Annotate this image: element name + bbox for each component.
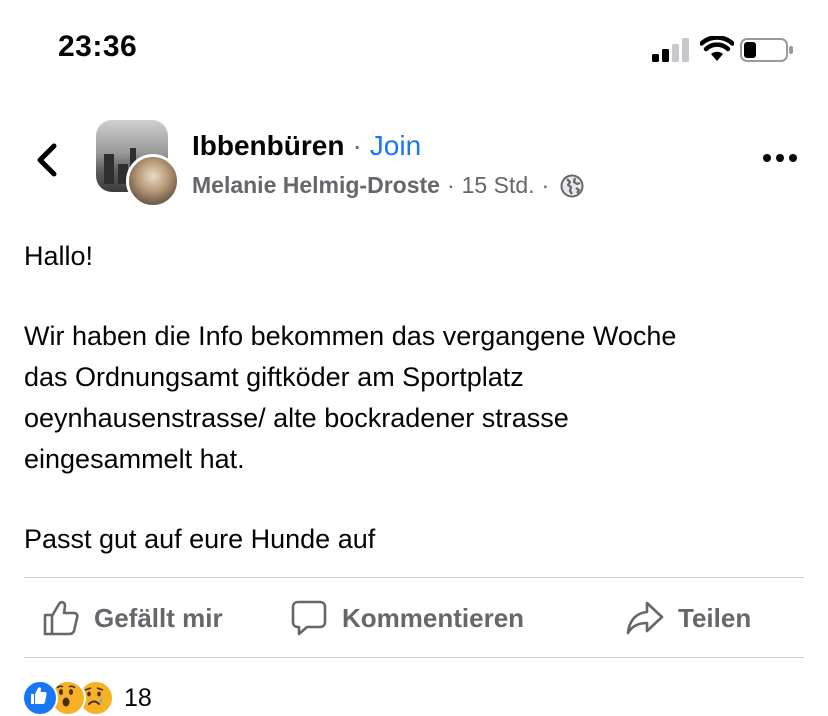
post-line: eingesammelt hat. [24, 444, 245, 474]
group-name-link[interactable]: Ibbenbüren [192, 130, 344, 161]
reaction-count: 18 [124, 683, 152, 712]
status-time: 23:36 [58, 30, 138, 63]
like-icon [22, 680, 58, 716]
cellular-signal-icon [652, 38, 689, 62]
back-chevron-icon[interactable] [30, 140, 64, 180]
post-line: oeynhausenstrasse/ alte bockradener stra… [24, 403, 569, 433]
like-label: Gefällt mir [94, 602, 223, 633]
action-bar: Gefällt mir Kommentieren Teilen [0, 580, 828, 656]
post-greeting: Hallo! [24, 241, 94, 271]
divider [24, 657, 804, 658]
divider [24, 577, 804, 578]
join-button[interactable]: Join [370, 130, 421, 161]
title-separator: · [352, 130, 362, 161]
post-closing: Passt gut auf eure Hunde auf [24, 524, 376, 554]
meta-separator: · [541, 172, 550, 198]
post-line: das Ordnungsamt giftköder am Sportplatz [24, 362, 524, 392]
like-button[interactable]: Gefällt mir [42, 598, 223, 638]
post-line: Wir haben die Info bekommen das vergange… [24, 321, 677, 351]
post-header: Ibbenbüren · Join Melanie Helmig-Droste · … [0, 110, 828, 210]
post-meta: Melanie Helmig-Droste · 15 Std. · [192, 172, 584, 199]
share-label: Teilen [678, 602, 752, 633]
share-arrow-icon [626, 601, 664, 635]
comment-bubble-icon [291, 600, 327, 636]
thumbs-up-icon [43, 600, 79, 636]
comment-button[interactable]: Kommentieren [290, 598, 524, 638]
status-bar: 23:36 [0, 0, 828, 100]
reactions-summary[interactable]: 18 [22, 680, 152, 716]
globe-icon [560, 174, 584, 197]
wifi-icon [700, 36, 734, 61]
post-text: Hallo! Wir haben die Info bekommen das v… [24, 236, 804, 560]
meta-separator: · [446, 172, 455, 198]
post-title: Ibbenbüren · Join [192, 130, 421, 162]
battery-icon [740, 38, 793, 62]
more-options-icon[interactable] [762, 148, 798, 168]
comment-label: Kommentieren [342, 602, 525, 633]
author-name-link[interactable]: Melanie Helmig-Droste [192, 172, 440, 199]
share-button[interactable]: Teilen [626, 598, 751, 638]
author-avatar[interactable] [126, 154, 180, 208]
post-timestamp[interactable]: 15 Std. [462, 172, 535, 199]
